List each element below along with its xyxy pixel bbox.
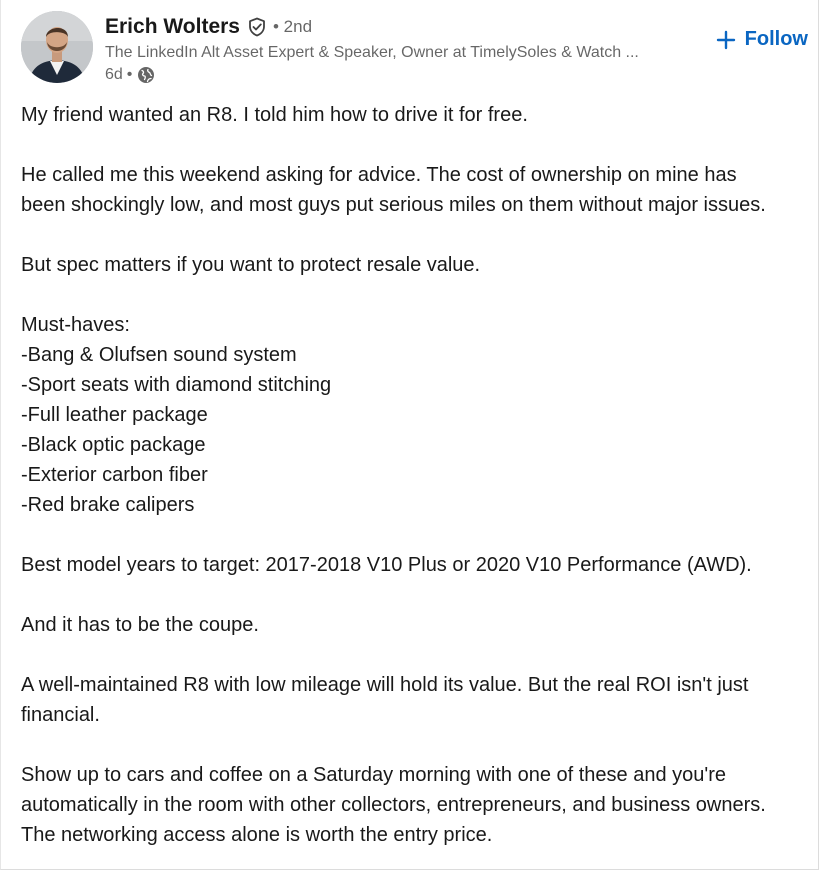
author-headline: The LinkedIn Alt Asset Expert & Speaker,… <box>105 44 639 61</box>
feed-post: Erich Wolters • 2nd The LinkedIn Alt Ass… <box>0 0 819 870</box>
post-paragraph: He called me this weekend asking for adv… <box>21 160 811 220</box>
post-text-line: Must-haves: <box>21 314 130 336</box>
post-text-line: My friend wanted an R8. I told him how t… <box>21 104 528 126</box>
post-header: Erich Wolters • 2nd The LinkedIn Alt Ass… <box>21 11 818 85</box>
post-meta: 6d • <box>105 64 705 86</box>
post-text-line: A well-maintained R8 with low mileage wi… <box>21 674 749 696</box>
author-name-row: Erich Wolters • 2nd <box>105 12 705 42</box>
author-avatar[interactable] <box>21 11 93 83</box>
post-text-line: financial. <box>21 704 100 726</box>
post-text-line: Best model years to target: 2017-2018 V1… <box>21 554 752 576</box>
author-name[interactable]: Erich Wolters <box>105 15 240 39</box>
post-paragraph: My friend wanted an R8. I told him how t… <box>21 100 811 130</box>
avatar-photo <box>21 11 93 83</box>
post-paragraph: Show up to cars and coffee on a Saturday… <box>21 760 811 850</box>
post-text-line: been shockingly low, and most guys put s… <box>21 194 766 216</box>
follow-button[interactable]: Follow <box>716 24 808 55</box>
shield-check-icon <box>247 17 267 37</box>
globe-icon <box>137 66 155 84</box>
post-body: My friend wanted an R8. I told him how t… <box>21 100 811 870</box>
connection-degree: • 2nd <box>272 17 313 36</box>
plus-icon <box>716 30 736 50</box>
post-text-line: -Sport seats with diamond stitching <box>21 374 332 396</box>
follow-label: Follow <box>744 28 808 50</box>
post-paragraph: A well-maintained R8 with low mileage wi… <box>21 670 811 730</box>
post-text-line: -Black optic package <box>21 434 206 456</box>
meta-separator: • <box>126 66 133 83</box>
post-time: 6d <box>105 66 123 83</box>
post-paragraph: But spec matters if you want to protect … <box>21 250 811 280</box>
post-text-line: automatically in the room with other col… <box>21 794 766 816</box>
author-info: Erich Wolters • 2nd The LinkedIn Alt Ass… <box>105 12 705 86</box>
post-paragraph: Best model years to target: 2017-2018 V1… <box>21 550 811 580</box>
post-paragraph: Must-haves: -Bang & Olufsen sound system -… <box>21 310 811 520</box>
post-text-line: -Full leather package <box>21 404 208 426</box>
post-text-line: But spec matters if you want to protect … <box>21 254 481 276</box>
post-text-line: -Red brake calipers <box>21 494 195 516</box>
post-text-line: The networking access alone is worth the… <box>21 824 493 846</box>
post-text-line: -Bang & Olufsen sound system <box>21 344 297 366</box>
post-text-line: He called me this weekend asking for adv… <box>21 164 737 186</box>
post-text-line: Show up to cars and coffee on a Saturday… <box>21 764 727 786</box>
post-text-line: -Exterior carbon fiber <box>21 464 208 486</box>
post-text-line: And it has to be the coupe. <box>21 614 259 636</box>
post-paragraph: And it has to be the coupe. <box>21 610 811 640</box>
